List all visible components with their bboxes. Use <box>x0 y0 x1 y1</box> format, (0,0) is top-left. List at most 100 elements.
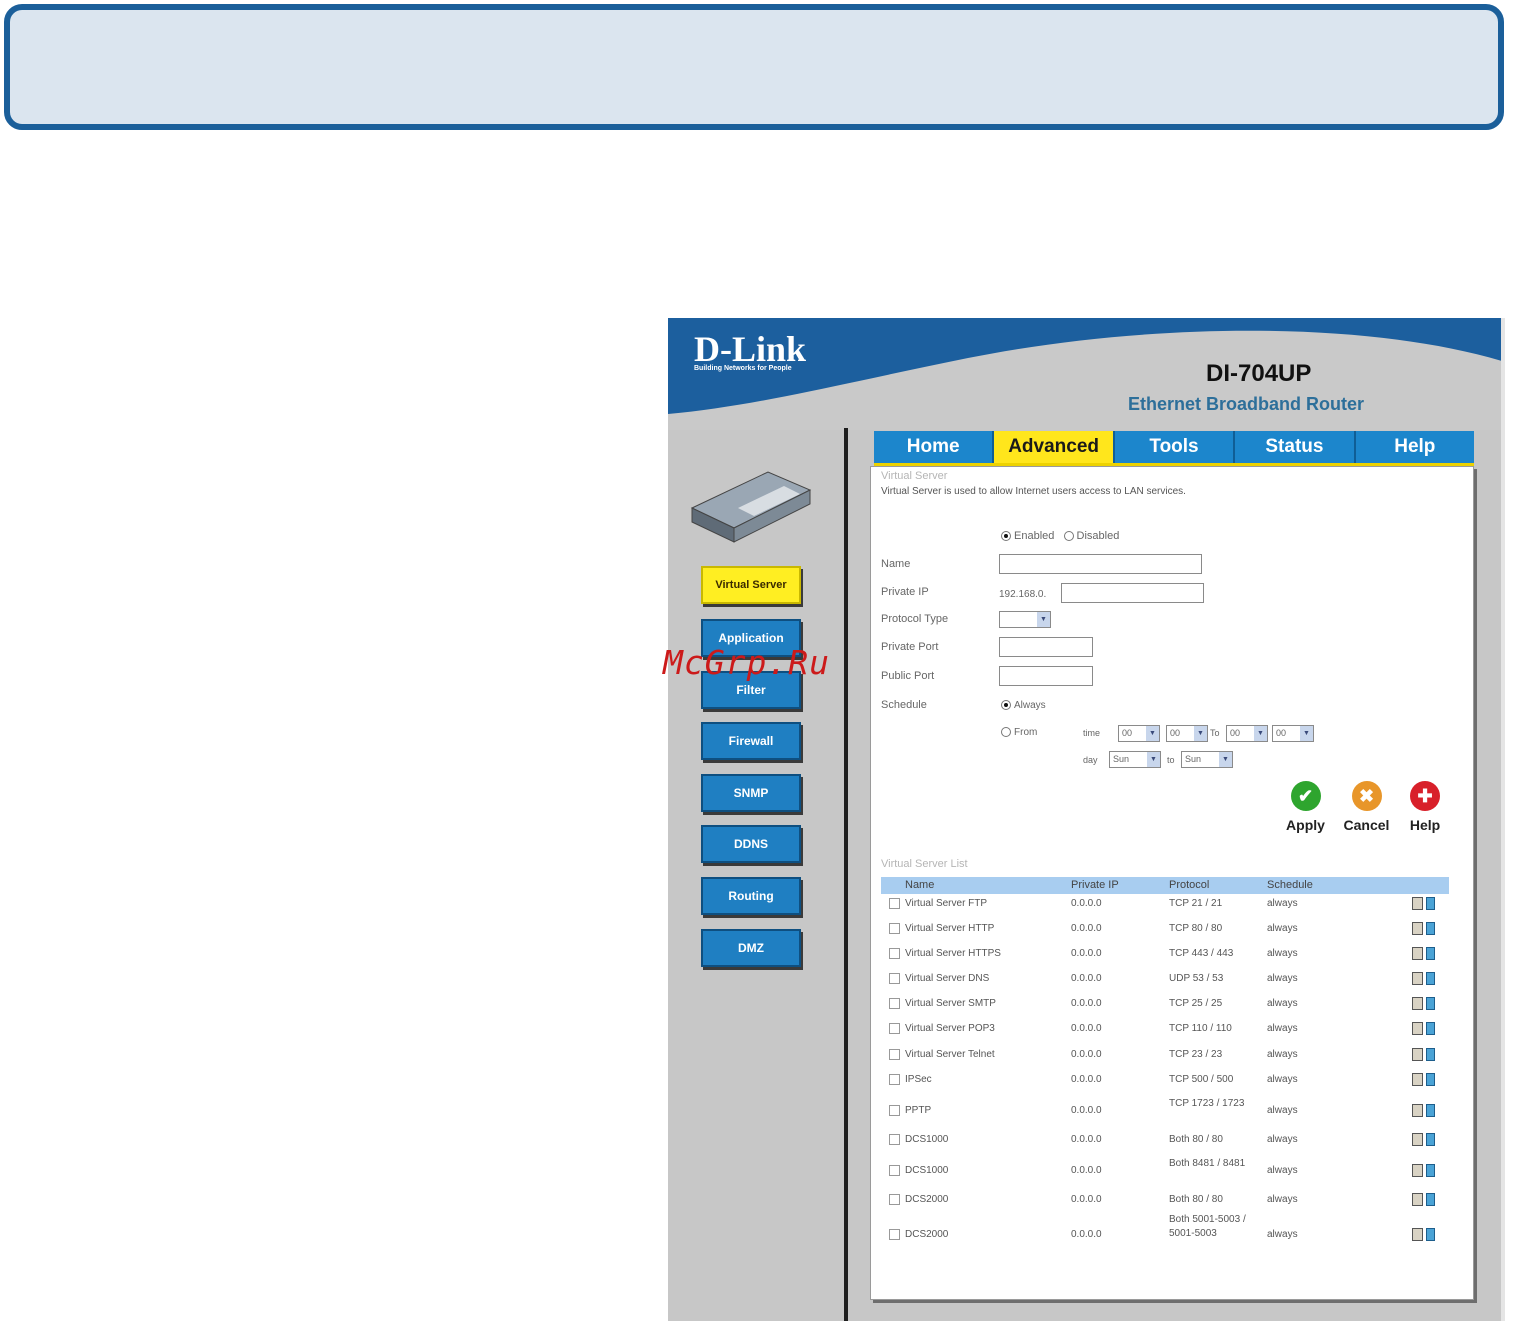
model-subtitle: Ethernet Broadband Router <box>1128 394 1365 414</box>
sidebar-item-firewall[interactable]: Firewall <box>701 722 801 760</box>
row-name: Virtual Server POP3 <box>905 1023 995 1034</box>
day-from-select[interactable]: Sun ▼ <box>1109 751 1161 768</box>
router-admin-screenshot: D-Link Building Networks for People DI-7… <box>668 318 1505 1321</box>
cancel-button[interactable]: ✖ Cancel <box>1339 781 1394 833</box>
day-to-select[interactable]: Sun ▼ <box>1181 751 1233 768</box>
trash-icon[interactable] <box>1426 1073 1435 1086</box>
row-checkbox[interactable] <box>889 1165 900 1176</box>
row-schedule: always <box>1267 948 1298 959</box>
private-ip-prefix: 192.168.0. <box>999 589 1047 600</box>
time-to-min-select[interactable]: 00 ▼ <box>1272 725 1314 742</box>
trash-icon[interactable] <box>1426 1228 1435 1241</box>
row-protocol: TCP 25 / 25 <box>1169 998 1223 1009</box>
row-schedule: always <box>1267 898 1298 909</box>
table-row: IPSec 0.0.0.0 TCP 500 / 500 always <box>881 1073 1449 1087</box>
column-schedule: Schedule <box>1267 879 1313 891</box>
row-checkbox[interactable] <box>889 973 900 984</box>
table-row: Virtual Server HTTP 0.0.0.0 TCP 80 / 80 alw… <box>881 922 1449 936</box>
row-private-ip: 0.0.0.0 <box>1071 1229 1102 1240</box>
row-name: DCS1000 <box>905 1165 949 1176</box>
server-list-title: Virtual Server List <box>881 858 968 870</box>
time-from-hour-select[interactable]: 00 ▼ <box>1118 725 1160 742</box>
trash-icon[interactable] <box>1426 1193 1435 1206</box>
row-name: DCS2000 <box>905 1194 949 1205</box>
table-row: Virtual Server SMTP 0.0.0.0 TCP 25 / 25 alw… <box>881 997 1449 1011</box>
row-checkbox[interactable] <box>889 1194 900 1205</box>
row-schedule: always <box>1267 973 1298 984</box>
sidebar-item-ddns[interactable]: DDNS <box>701 825 801 863</box>
tab-home[interactable]: Home <box>874 431 995 463</box>
row-checkbox[interactable] <box>889 1105 900 1116</box>
time-label: time <box>1083 728 1101 738</box>
trash-icon[interactable] <box>1426 1133 1435 1146</box>
tab-tools[interactable]: Tools <box>1115 431 1236 463</box>
edit-icon[interactable] <box>1412 1164 1423 1177</box>
sidebar-item-snmp[interactable]: SNMP <box>701 774 801 812</box>
tab-status[interactable]: Status <box>1235 431 1356 463</box>
row-private-ip: 0.0.0.0 <box>1071 1105 1102 1116</box>
row-private-ip: 0.0.0.0 <box>1071 1074 1102 1085</box>
edit-icon[interactable] <box>1412 1073 1423 1086</box>
private-ip-input[interactable] <box>1061 583 1204 603</box>
chevron-down-icon: ▼ <box>1300 726 1313 741</box>
trash-icon[interactable] <box>1426 897 1435 910</box>
edit-icon[interactable] <box>1412 947 1423 960</box>
row-checkbox[interactable] <box>889 898 900 909</box>
enabled-radio[interactable] <box>1001 531 1011 542</box>
sidebar-item-virtual-server[interactable]: Virtual Server <box>701 566 801 604</box>
top-banner <box>4 4 1504 130</box>
sidebar-item-dmz[interactable]: DMZ <box>701 929 801 967</box>
time-from-min-select[interactable]: 00 ▼ <box>1166 725 1208 742</box>
edit-icon[interactable] <box>1412 1104 1423 1117</box>
row-checkbox[interactable] <box>889 1134 900 1145</box>
edit-icon[interactable] <box>1412 1193 1423 1206</box>
edit-icon[interactable] <box>1412 972 1423 985</box>
row-private-ip: 0.0.0.0 <box>1071 898 1102 909</box>
trash-icon[interactable] <box>1426 972 1435 985</box>
row-protocol: TCP 500 / 500 <box>1169 1074 1234 1085</box>
row-checkbox[interactable] <box>889 1023 900 1034</box>
trash-icon[interactable] <box>1426 947 1435 960</box>
main-nav: Home Advanced Tools Status Help <box>874 431 1474 467</box>
row-schedule: always <box>1267 1023 1298 1034</box>
edit-icon[interactable] <box>1412 1022 1423 1035</box>
row-checkbox[interactable] <box>889 1229 900 1240</box>
protocol-type-label: Protocol Type <box>881 613 949 625</box>
row-checkbox[interactable] <box>889 923 900 934</box>
tab-help[interactable]: Help <box>1356 431 1474 463</box>
from-radio[interactable] <box>1001 727 1011 738</box>
help-button[interactable]: ✚ Help <box>1405 781 1445 833</box>
row-checkbox[interactable] <box>889 948 900 959</box>
row-name: Virtual Server SMTP <box>905 998 996 1009</box>
private-port-input[interactable] <box>999 637 1093 657</box>
edit-icon[interactable] <box>1412 1048 1423 1061</box>
row-protocol: Both 80 / 80 <box>1169 1134 1223 1145</box>
row-name: Virtual Server HTTPS <box>905 948 1001 959</box>
time-to-hour-select[interactable]: 00 ▼ <box>1226 725 1268 742</box>
trash-icon[interactable] <box>1426 997 1435 1010</box>
trash-icon[interactable] <box>1426 1048 1435 1061</box>
edit-icon[interactable] <box>1412 897 1423 910</box>
name-input[interactable] <box>999 554 1202 574</box>
trash-icon[interactable] <box>1426 922 1435 935</box>
trash-icon[interactable] <box>1426 1022 1435 1035</box>
trash-icon[interactable] <box>1426 1164 1435 1177</box>
row-checkbox[interactable] <box>889 1074 900 1085</box>
edit-icon[interactable] <box>1412 1133 1423 1146</box>
always-radio[interactable] <box>1001 700 1011 711</box>
edit-icon[interactable] <box>1412 997 1423 1010</box>
trash-icon[interactable] <box>1426 1104 1435 1117</box>
row-checkbox[interactable] <box>889 1049 900 1060</box>
table-row: DCS2000 0.0.0.0 Both 80 / 80 always <box>881 1193 1449 1207</box>
disabled-radio[interactable] <box>1063 531 1074 542</box>
edit-icon[interactable] <box>1412 922 1423 935</box>
edit-icon[interactable] <box>1412 1228 1423 1241</box>
apply-button[interactable]: ✔ Apply <box>1283 781 1328 833</box>
tab-advanced[interactable]: Advanced <box>994 431 1115 463</box>
sidebar-item-routing[interactable]: Routing <box>701 877 801 915</box>
protocol-type-select[interactable]: ▼ <box>999 611 1051 628</box>
public-port-input[interactable] <box>999 666 1093 686</box>
row-protocol: TCP 21 / 21 <box>1169 898 1223 909</box>
row-checkbox[interactable] <box>889 998 900 1009</box>
table-row: DCS1000 0.0.0.0 Both 8481 / 8481 always <box>881 1157 1449 1185</box>
